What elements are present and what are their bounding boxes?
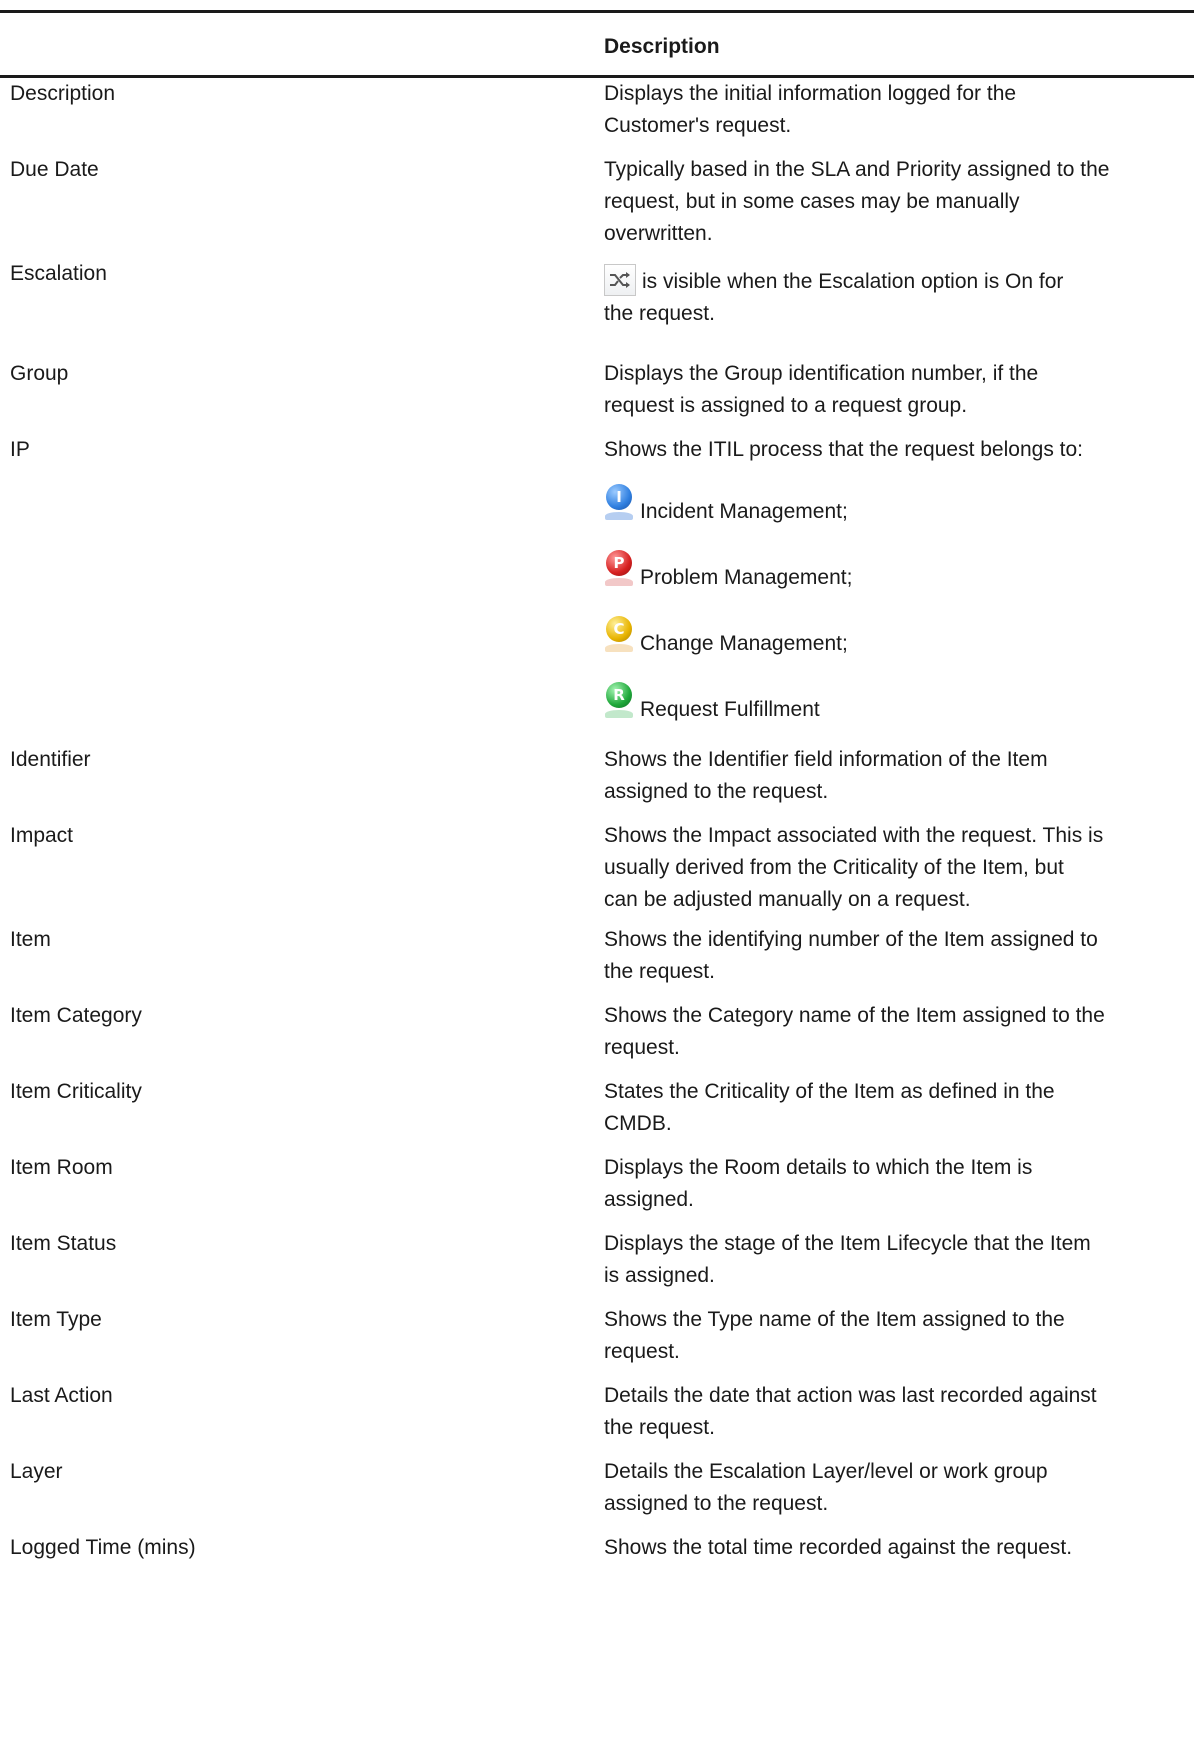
table-header: Description (0, 13, 1194, 75)
field-description: Displays the stage of the Item Lifecycle… (604, 1228, 1180, 1292)
process-label: Problem Management; (640, 566, 853, 589)
description-line: Displays the initial information logged … (604, 82, 1017, 105)
description-line: request. (604, 1340, 680, 1363)
field-description: Shows the Category name of the Item assi… (604, 1000, 1180, 1064)
description-line: Typically based in the SLA and Priority … (604, 158, 1110, 181)
icon-shadow (605, 710, 633, 718)
description-line: Shows the identifying number of the Item… (604, 928, 1098, 951)
icon-shadow (605, 644, 633, 652)
field-description: Shows the Identifier field information o… (604, 744, 1180, 808)
process-item: C Change Management; (604, 614, 848, 660)
description-line: Shows the Type name of the Item assigned… (604, 1308, 1065, 1331)
field-description: States the Criticality of the Item as de… (604, 1076, 1180, 1140)
field-name: Escalation (10, 262, 107, 285)
field-description: Details the Escalation Layer/level or wo… (604, 1456, 1180, 1520)
description-line: can be adjusted manually on a request. (604, 888, 971, 911)
description-line: usually derived from the Criticality of … (604, 856, 1064, 879)
description-text: is visible when the Escalation option is… (642, 270, 1064, 293)
description-line: Customer's request. (604, 114, 792, 137)
description-line: Displays the Group identification number… (604, 362, 1039, 385)
field-description: Typically based in the SLA and Priority … (604, 154, 1180, 250)
description-line: assigned to the request. (604, 780, 829, 803)
description-line: States the Criticality of the Item as de… (604, 1080, 1055, 1103)
field-description: Shows the identifying number of the Item… (604, 924, 1180, 988)
field-name: Item Type (10, 1308, 102, 1331)
field-description: is visible when the Escalation option is… (604, 258, 1180, 330)
field-name: Layer (10, 1460, 63, 1483)
process-label: Incident Management; (640, 500, 848, 523)
header-description: Description (604, 35, 720, 58)
field-description: Shows the ITIL process that the request … (604, 434, 1180, 721)
process-letter: R (606, 682, 632, 708)
field-name: Due Date (10, 158, 99, 181)
field-name: IP (10, 438, 30, 461)
field-name: Impact (10, 824, 74, 847)
field-name: Item Room (10, 1156, 113, 1179)
description-line: request, but in some cases may be manual… (604, 190, 1020, 213)
process-letter: I (606, 484, 632, 510)
field-name: Last Action (10, 1384, 113, 1407)
description-line: Shows the Identifier field information o… (604, 748, 1048, 771)
field-name: Group (10, 362, 69, 385)
field-name: Identifier (10, 748, 91, 771)
process-letter: P (606, 550, 632, 576)
description-line: Displays the stage of the Item Lifecycle… (604, 1232, 1091, 1255)
description-line: Details the Escalation Layer/level or wo… (604, 1460, 1048, 1483)
description-line: Shows the ITIL process that the request … (604, 438, 1084, 461)
process-item: I Incident Management; (604, 482, 848, 528)
request-fulfillment-icon: R (604, 680, 634, 724)
field-name: Item (10, 928, 51, 951)
field-name: Logged Time (mins) (10, 1536, 196, 1559)
document-page: Description Description Displays the ini… (0, 0, 1194, 1758)
process-label: Change Management; (640, 632, 848, 655)
process-letter: C (606, 616, 632, 642)
description-line: Details the date that action was last re… (604, 1384, 1097, 1407)
field-description: Displays the initial information logged … (604, 78, 1180, 142)
field-name: Item Criticality (10, 1080, 142, 1103)
icon-shadow (605, 512, 633, 520)
change-management-icon: C (604, 614, 634, 658)
problem-management-icon: P (604, 548, 634, 592)
description-line: request. (604, 1036, 680, 1059)
field-name: Item Status (10, 1232, 117, 1255)
description-line: assigned. (604, 1188, 694, 1211)
field-description: Shows the total time recorded against th… (604, 1532, 1180, 1564)
escalation-shuffle-icon (604, 264, 636, 296)
process-item: R Request Fulfillment (604, 680, 820, 726)
incident-management-icon: I (604, 482, 634, 526)
process-item: P Problem Management; (604, 548, 852, 594)
description-line: is assigned. (604, 1264, 715, 1287)
field-description: Shows the Type name of the Item assigned… (604, 1304, 1180, 1368)
field-description: Displays the Group identification number… (604, 358, 1180, 422)
field-name: Description (10, 82, 116, 105)
description-line: is visible when the Escalation option is… (604, 264, 1180, 298)
field-name: Item Category (10, 1004, 142, 1027)
field-description: Shows the Impact associated with the req… (604, 820, 1180, 916)
icon-shadow (605, 578, 633, 586)
description-line: the request. (604, 302, 715, 325)
field-description: Details the date that action was last re… (604, 1380, 1180, 1444)
description-line: the request. (604, 960, 715, 983)
description-line: Shows the Category name of the Item assi… (604, 1004, 1105, 1027)
process-label: Request Fulfillment (640, 698, 820, 721)
description-line: Shows the Impact associated with the req… (604, 824, 1104, 847)
field-description: Displays the Room details to which the I… (604, 1152, 1180, 1216)
description-line: CMDB. (604, 1112, 672, 1135)
description-line: request is assigned to a request group. (604, 394, 968, 417)
description-line: Displays the Room details to which the I… (604, 1156, 1033, 1179)
description-line: overwritten. (604, 222, 713, 245)
description-line: assigned to the request. (604, 1492, 829, 1515)
description-line: the request. (604, 1416, 715, 1439)
description-line: Shows the total time recorded against th… (604, 1536, 1073, 1559)
